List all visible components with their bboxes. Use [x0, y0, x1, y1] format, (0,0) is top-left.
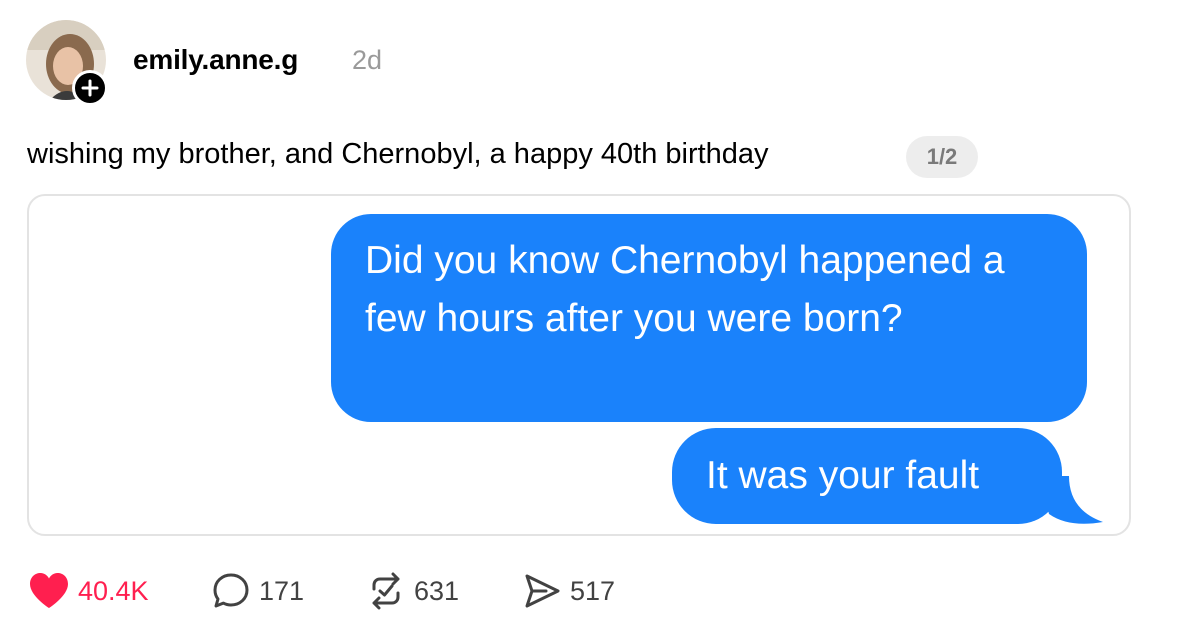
message-bubble: It was your fault: [672, 428, 1062, 524]
thread-post: emily.anne.g 2d wishing my brother, and …: [0, 0, 1190, 632]
share-count: 517: [570, 575, 616, 606]
message-bubble: Did you know Chernobyl happened a few ho…: [331, 214, 1087, 422]
heart-icon: [28, 572, 70, 610]
like-button[interactable]: 40.4K: [28, 568, 149, 614]
post-caption: wishing my brother, and Chernobyl, a hap…: [27, 138, 769, 170]
username[interactable]: emily.anne.g: [133, 44, 298, 76]
repost-icon: [366, 571, 406, 611]
like-count: 40.4K: [78, 575, 149, 606]
follow-button[interactable]: [72, 70, 108, 106]
reply-count: 171: [259, 575, 305, 606]
repost-count: 631: [414, 575, 460, 606]
share-button[interactable]: 517: [522, 568, 615, 614]
plus-icon: [81, 79, 99, 97]
page-indicator: 1/2: [906, 136, 978, 178]
speech-bubble-icon: [211, 571, 251, 611]
paper-plane-icon: [522, 571, 562, 611]
bubble-tail: [1039, 476, 1103, 524]
timestamp: 2d: [352, 45, 383, 75]
repost-button[interactable]: 631: [366, 568, 459, 614]
reply-button[interactable]: 171: [211, 568, 304, 614]
action-bar: 40.4K 171 631 517: [0, 568, 1190, 618]
image-attachment[interactable]: Did you know Chernobyl happened a few ho…: [27, 194, 1131, 536]
